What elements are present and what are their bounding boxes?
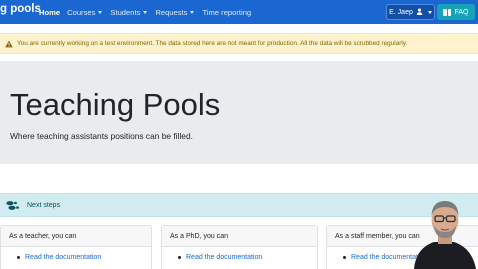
nav-menu: Home Courses Students Requests Time repo… [39, 0, 259, 24]
caret-down-icon [190, 10, 195, 14]
nav-item-home[interactable]: Home [39, 8, 60, 17]
alert-text: You are currently working on a test envi… [17, 40, 408, 47]
caret-down-icon [143, 10, 148, 14]
warning-triangle-icon [5, 39, 13, 48]
next-steps-label: Next steps [27, 201, 61, 209]
next-steps-bar: Next steps [0, 193, 478, 217]
card-header: As a PhD, you can [162, 226, 317, 247]
card-header: As a teacher, you can [1, 226, 151, 247]
nav-item-courses[interactable]: Courses [67, 7, 103, 17]
card-body: Read the documentation [1, 247, 151, 261]
page-title: Teaching Pools [10, 87, 221, 122]
nav-item-time-reporting-label: Time reporting [202, 7, 252, 17]
card-body: Read the documentation [162, 247, 317, 261]
phd-card: As a PhD, you can Read the documentation [161, 225, 318, 269]
book-icon [443, 8, 452, 16]
nav-item-students-label: Students [110, 7, 141, 17]
read-documentation-link[interactable]: Read the documentation [25, 254, 101, 261]
user-name: E. Jaep [389, 8, 413, 16]
user-icon [416, 8, 423, 17]
caret-down-icon [98, 10, 103, 14]
bullet-icon [343, 256, 346, 259]
faq-label: FAQ [454, 8, 469, 16]
top-navbar: g pools Home Courses Students Requests T… [0, 0, 478, 24]
faq-button[interactable]: FAQ [437, 4, 475, 20]
bullet-icon [178, 256, 181, 259]
user-menu-button[interactable]: E. Jaep [386, 4, 435, 20]
bullet-icon [17, 256, 20, 259]
nav-item-requests[interactable]: Requests [155, 7, 195, 17]
footprints-icon [6, 200, 21, 211]
page-subtitle: Where teaching assistants positions can … [10, 131, 193, 141]
test-environment-alert: You are currently working on a test envi… [0, 33, 478, 54]
presenter-webcam-overlay [410, 186, 478, 269]
nav-item-courses-label: Courses [67, 7, 96, 17]
nav-item-requests-label: Requests [155, 7, 188, 17]
teacher-card: As a teacher, you can Read the documenta… [0, 225, 152, 269]
nav-item-students[interactable]: Students [110, 7, 148, 17]
read-documentation-link[interactable]: Read the documentation [186, 254, 262, 261]
caret-down-icon [427, 10, 432, 14]
nav-item-time-reporting[interactable]: Time reporting [202, 8, 251, 17]
brand-title[interactable]: g pools [0, 3, 41, 15]
nav-item-home-label: Home [39, 7, 61, 17]
